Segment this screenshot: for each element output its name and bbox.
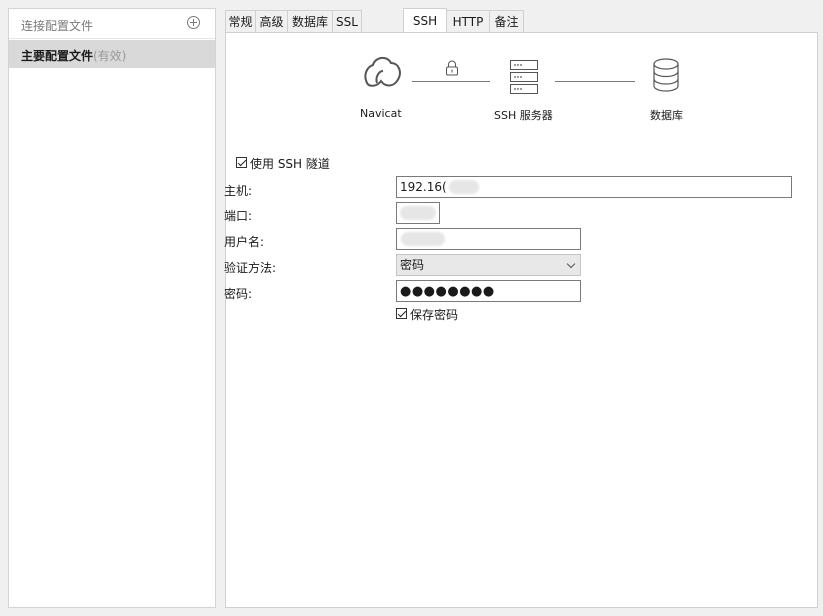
profile-item-name: 主要配置文件 xyxy=(21,49,94,63)
password-mask: ●●●●●●●● xyxy=(400,284,495,299)
profile-item-status: (有效) xyxy=(93,49,127,63)
tab-notes[interactable]: 备注 xyxy=(489,10,524,32)
use-ssh-tunnel-checkbox[interactable] xyxy=(236,157,247,168)
database-label: 数据库 xyxy=(650,109,683,122)
tab-advanced[interactable]: 高级 xyxy=(255,10,288,32)
tab-http[interactable]: HTTP xyxy=(446,10,490,32)
password-label: 密码: xyxy=(224,287,253,301)
auth-method-select[interactable]: 密码 xyxy=(396,254,581,276)
client-server-connector xyxy=(412,81,490,82)
profile-list-header: 连接配置文件 xyxy=(9,9,215,39)
chevron-down-icon xyxy=(566,259,576,269)
save-password-label: 保存密码 xyxy=(410,308,459,322)
host-value: 192.16( xyxy=(400,180,447,194)
redaction-blur xyxy=(401,232,445,246)
host-label: 主机: xyxy=(224,184,253,198)
port-input[interactable] xyxy=(396,202,440,224)
add-profile-icon[interactable] xyxy=(187,16,200,29)
auth-method-value: 密码 xyxy=(400,258,425,272)
password-input[interactable]: ●●●●●●●● xyxy=(396,280,581,302)
ssh-settings-panel: Navicat SSH 服务器 数据库 使用 SSH 隧道 主机: 192.16… xyxy=(224,32,818,608)
tab-ssl[interactable]: SSL xyxy=(332,10,362,32)
connection-settings-window: 连接配置文件 主要配置文件 (有效) 常规 高级 数据库 SSL SSH HTT… xyxy=(0,0,823,616)
save-password-checkbox[interactable] xyxy=(396,308,407,319)
server-icon xyxy=(510,60,538,94)
navicat-logo-icon xyxy=(364,57,401,87)
host-input[interactable]: 192.16( xyxy=(396,176,792,198)
server-database-connector xyxy=(555,81,635,82)
username-input[interactable] xyxy=(396,228,581,250)
auth-method-label: 验证方法: xyxy=(224,261,277,275)
ssh-server-label: SSH 服务器 xyxy=(494,109,553,122)
profile-item-main[interactable]: 主要配置文件 (有效) xyxy=(9,40,215,68)
port-label: 端口: xyxy=(224,209,253,223)
navicat-label: Navicat xyxy=(360,107,402,120)
username-label: 用户名: xyxy=(224,235,265,249)
database-icon xyxy=(653,58,679,92)
profile-list-panel: 连接配置文件 主要配置文件 (有效) xyxy=(8,8,216,608)
use-ssh-tunnel-label: 使用 SSH 隧道 xyxy=(250,157,330,171)
tab-general[interactable]: 常规 xyxy=(225,10,256,32)
redaction-blur xyxy=(449,180,479,194)
profile-list-title: 连接配置文件 xyxy=(21,19,94,33)
redaction-blur xyxy=(400,206,436,220)
tab-ssh[interactable]: SSH xyxy=(403,8,447,32)
tab-database[interactable]: 数据库 xyxy=(287,10,333,32)
lock-icon xyxy=(446,60,458,76)
